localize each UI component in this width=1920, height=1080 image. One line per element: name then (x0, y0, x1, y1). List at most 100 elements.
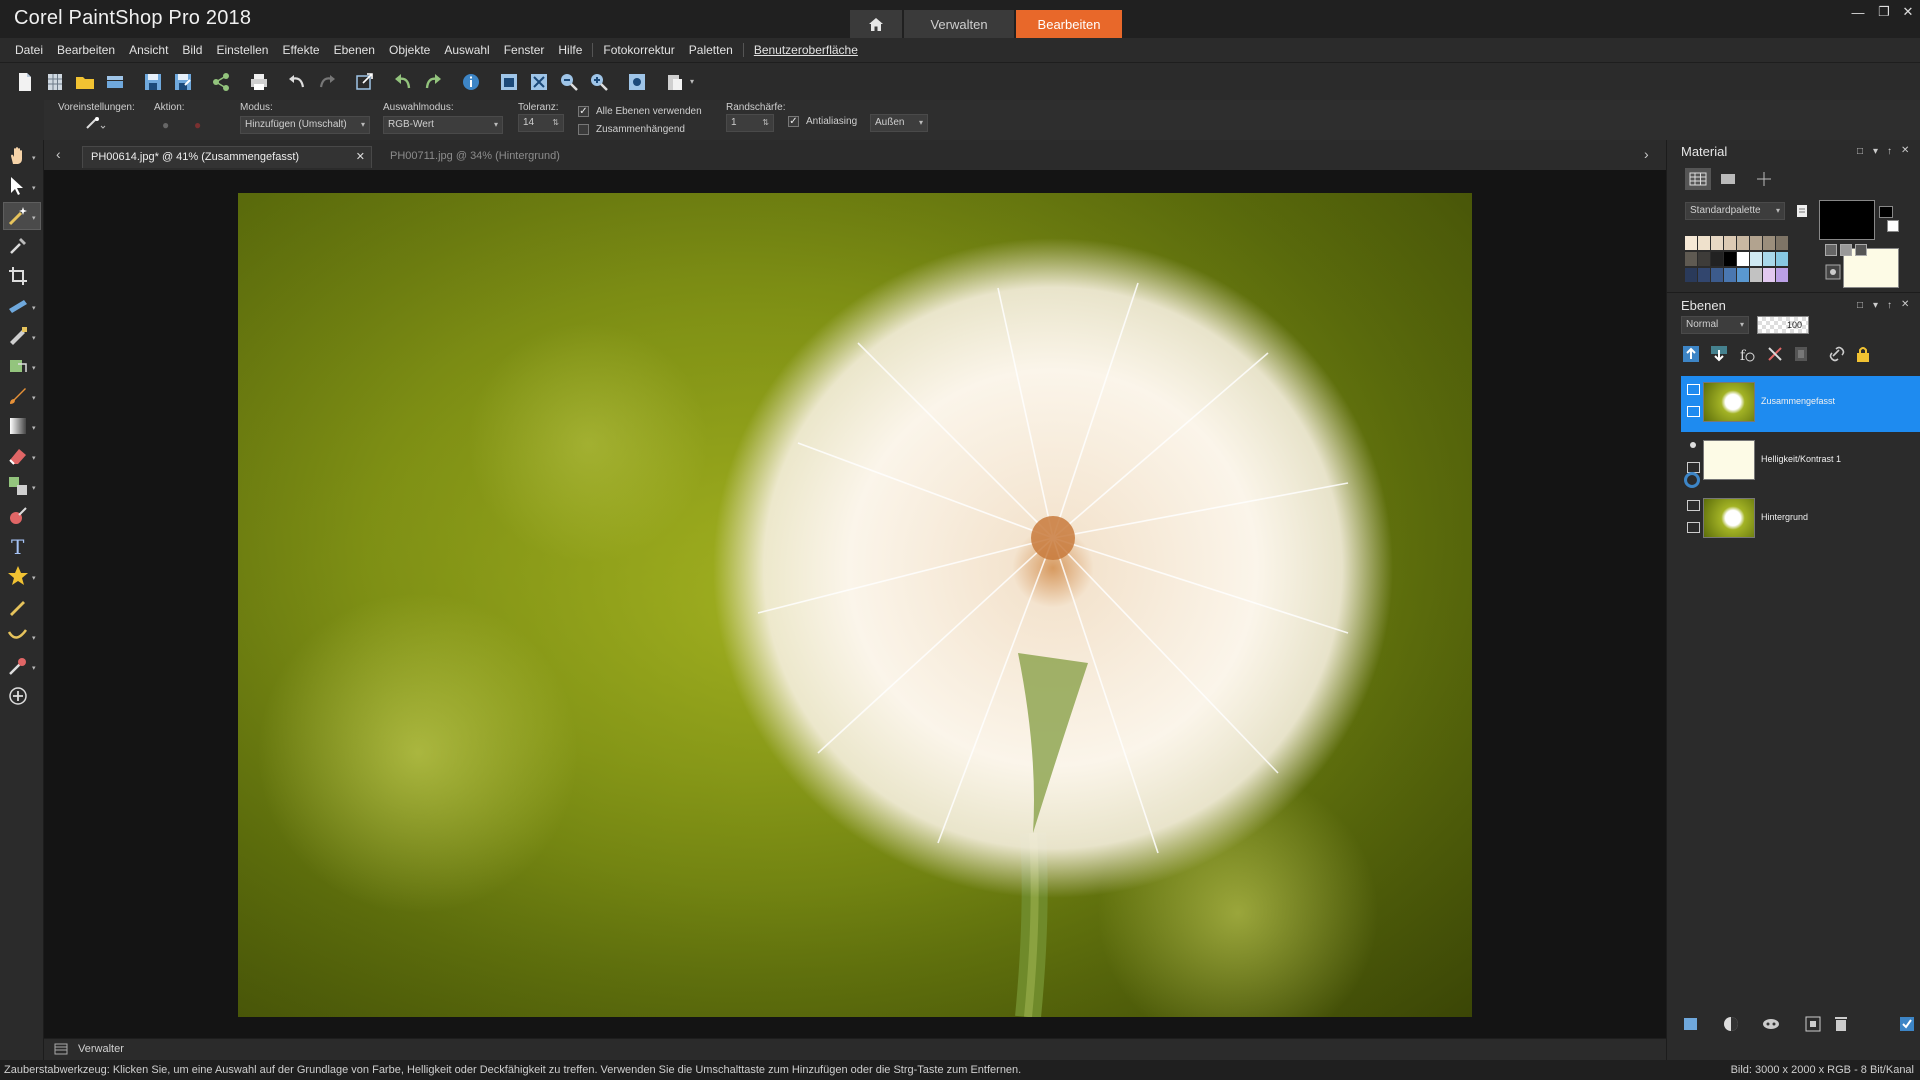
pan-tool-icon[interactable] (6, 144, 30, 168)
color-changer-tool-icon[interactable] (6, 504, 30, 528)
paste-icon[interactable] (664, 71, 686, 93)
link-layer-icon[interactable] (1827, 344, 1847, 364)
layer-group-icon[interactable] (1791, 344, 1811, 364)
color-swatch[interactable] (1763, 252, 1775, 266)
color-swatch[interactable] (1685, 268, 1697, 282)
panel-float-icon[interactable]: □ (1857, 146, 1863, 157)
color-swatch[interactable] (1776, 268, 1788, 282)
adjustment-icon[interactable] (1721, 1014, 1741, 1034)
fit-window-icon[interactable] (498, 71, 520, 93)
color-swatch[interactable] (1711, 268, 1723, 282)
menu-layers[interactable]: Ebenen (327, 43, 382, 57)
panel-float-icon[interactable]: □ (1857, 300, 1863, 311)
menu-file[interactable]: Datei (8, 43, 50, 57)
color-swatch[interactable] (1763, 268, 1775, 282)
text-tool-icon[interactable]: T (6, 534, 30, 558)
mask-icon[interactable] (1761, 1014, 1781, 1034)
tabs-scroll-right-icon[interactable]: › (1644, 146, 1649, 162)
panel-close-icon[interactable]: ✕ (1901, 299, 1909, 310)
material-texture-icon[interactable] (1825, 264, 1841, 280)
new-layer-icon[interactable] (1681, 1014, 1701, 1034)
open-icon[interactable] (74, 71, 96, 93)
document-tab[interactable]: PH00711.jpg @ 34% (Hintergrund) (384, 146, 584, 168)
presets-icon[interactable] (84, 116, 106, 132)
visibility-eye-icon[interactable] (1687, 406, 1700, 417)
panel-menu-icon[interactable]: ▾ (1873, 300, 1878, 311)
chevron-down-icon[interactable]: ▾ (32, 664, 36, 672)
tolerance-stepper[interactable]: 14 ⇅ (518, 114, 564, 132)
photo-canvas[interactable] (238, 193, 1472, 1017)
new-raster-layer-icon[interactable] (1681, 344, 1701, 364)
color-swatch[interactable] (1724, 268, 1736, 282)
color-swatch[interactable] (1711, 236, 1723, 250)
red-eye-tool-icon[interactable] (6, 324, 30, 348)
print-icon[interactable] (248, 71, 270, 93)
add-tool-icon[interactable] (6, 684, 30, 708)
action-cancel-icon[interactable]: ● (194, 118, 201, 132)
color-swatch[interactable] (1763, 236, 1775, 250)
dodge-brush-tool-icon[interactable] (6, 654, 30, 678)
panel-close-icon[interactable]: ✕ (1901, 145, 1909, 156)
tabs-scroll-left-icon[interactable]: ‹ (56, 146, 61, 162)
zoom-actual-icon[interactable] (626, 71, 648, 93)
chevron-down-icon[interactable]: ▾ (32, 394, 36, 402)
panel-menu-icon[interactable]: ▾ (1873, 146, 1878, 157)
gradient-tool-icon[interactable] (6, 414, 30, 438)
mode-select[interactable]: Hinzufügen (Umschalt) ▾ (240, 116, 370, 134)
swatches-tab-icon[interactable] (1685, 168, 1711, 190)
foreground-color-swatch[interactable] (1819, 200, 1875, 240)
new-vector-layer-icon[interactable] (1709, 344, 1729, 364)
color-swatch[interactable] (1685, 236, 1697, 250)
color-swatch[interactable] (1737, 236, 1749, 250)
chevron-down-icon[interactable]: ▾ (32, 634, 36, 642)
home-button[interactable] (850, 10, 902, 38)
menu-palettes[interactable]: Paletten (682, 43, 740, 57)
lock-layer-icon[interactable] (1853, 344, 1873, 364)
use-all-layers-checkbox[interactable]: ✓ (578, 106, 589, 117)
antialias-mode-select[interactable]: Außen ▾ (870, 114, 928, 132)
warp-brush-tool-icon[interactable] (6, 624, 30, 648)
color-swatch[interactable] (1776, 236, 1788, 250)
paste-dropdown-caret[interactable]: ▾ (690, 77, 694, 86)
straighten-tool-icon[interactable] (6, 294, 30, 318)
chevron-down-icon[interactable]: ▾ (32, 154, 36, 162)
color-swatch[interactable] (1776, 252, 1788, 266)
panel-pin-icon[interactable]: ↑ (1887, 300, 1892, 311)
close-tab-icon[interactable]: ✕ (356, 150, 365, 163)
eraser-tool-icon[interactable] (6, 444, 30, 468)
swap-colors-icon[interactable] (1879, 206, 1893, 218)
menu-adjust[interactable]: Einstellen (209, 43, 275, 57)
gradient-style-icon[interactable] (1840, 244, 1852, 256)
chevron-down-icon[interactable]: ▾ (32, 424, 36, 432)
new-adjustment-layer-icon[interactable]: f (1737, 344, 1757, 364)
panel-pin-icon[interactable]: ↑ (1887, 146, 1892, 157)
contiguous-checkbox[interactable] (578, 124, 589, 135)
palette-select[interactable]: Standardpalette ▾ (1685, 202, 1785, 220)
menu-selections[interactable]: Auswahl (437, 43, 496, 57)
crop-tool-icon[interactable] (6, 264, 30, 288)
delete-layer-icon[interactable] (1831, 1014, 1851, 1034)
menu-edit[interactable]: Bearbeiten (50, 43, 122, 57)
blend-mode-select[interactable]: Normal ▾ (1681, 316, 1749, 334)
minimize-button[interactable]: — (1846, 2, 1870, 22)
color-wheel-tab-icon[interactable] (1755, 170, 1773, 188)
redo-icon[interactable] (316, 71, 338, 93)
preset-shape-tool-icon[interactable] (6, 564, 30, 588)
info-icon[interactable] (460, 71, 482, 93)
menu-photo-fix[interactable]: Fotokorrektur (596, 43, 681, 57)
chevron-down-icon[interactable]: ▾ (32, 454, 36, 462)
opacity-slider[interactable]: 100 (1757, 316, 1809, 334)
resize-icon[interactable] (354, 71, 376, 93)
color-swatch[interactable] (1750, 236, 1762, 250)
color-swatch[interactable] (1750, 252, 1762, 266)
dropper-tool-icon[interactable] (6, 234, 30, 258)
undo-history-icon[interactable] (392, 71, 414, 93)
palette-doc-icon[interactable] (1795, 204, 1809, 218)
pen-tool-icon[interactable] (6, 594, 30, 618)
zoom-out-icon[interactable] (558, 71, 580, 93)
rainbow-tab-icon[interactable] (1719, 170, 1737, 188)
menu-effects[interactable]: Effekte (275, 43, 326, 57)
layer-row-background[interactable]: Hintergrund (1681, 492, 1920, 548)
chevron-down-icon[interactable]: ▾ (32, 574, 36, 582)
save-icon[interactable] (142, 71, 164, 93)
